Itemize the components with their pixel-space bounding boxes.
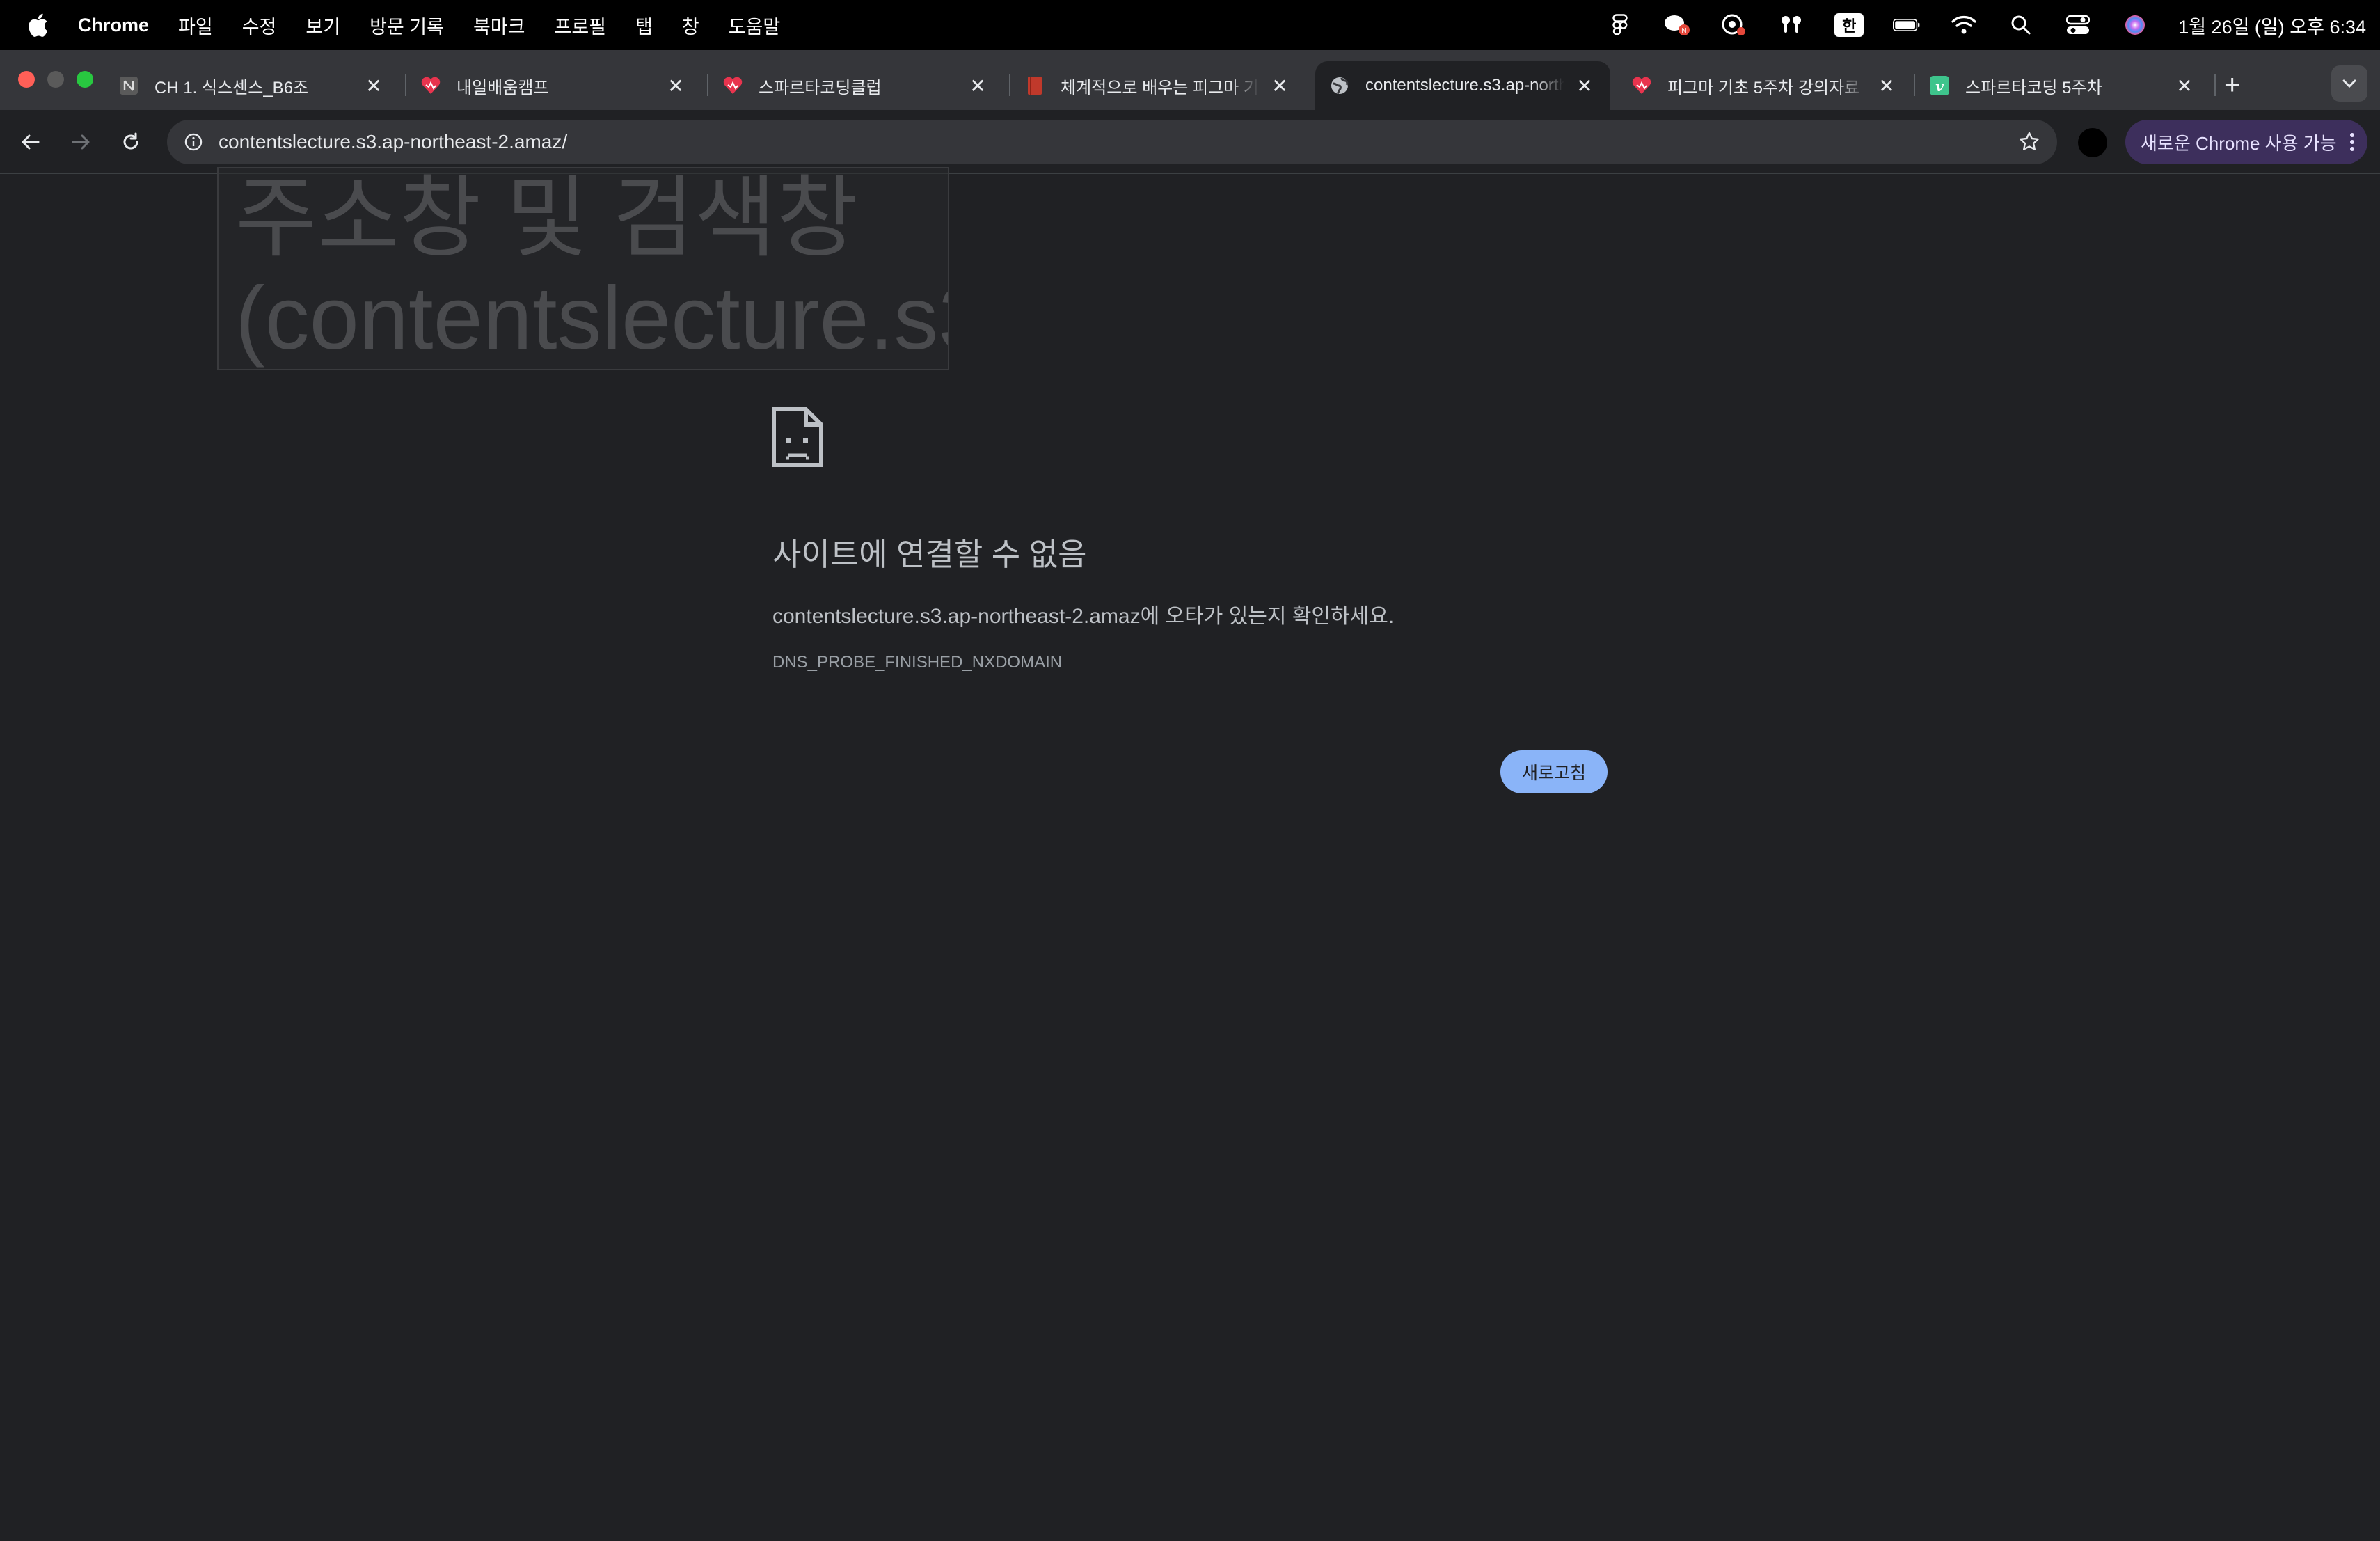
site-info-icon[interactable] [184, 132, 203, 152]
sad-file-icon [772, 407, 823, 467]
sparta-heart-icon [723, 77, 743, 94]
battery-icon[interactable] [1893, 13, 1921, 37]
macos-menu-bar: Chrome 파일 수정 보기 방문 기록 북마크 프로필 탭 창 도움말 N … [0, 0, 2380, 50]
tab-title: 피그마 기초 5주차 강의자료 이 [1667, 78, 1866, 97]
forward-button[interactable] [64, 125, 97, 159]
control-center-icon[interactable] [2064, 13, 2092, 37]
kakaotalk-icon[interactable]: N [1663, 13, 1691, 37]
siri-icon[interactable] [2121, 13, 2149, 37]
tab-title: contentslecture.s3.ap-northeast-2.amaz [1365, 76, 1564, 95]
activity-icon[interactable] [1720, 13, 1748, 37]
profile-avatar[interactable] [2078, 128, 2107, 157]
tab-separator [2214, 74, 2216, 96]
tab-title: CH 1. 식스센스_B6조 [154, 78, 309, 97]
tab-title: 체계적으로 배우는 피그마 기초 [1061, 78, 1260, 97]
wifi-icon[interactable] [1950, 13, 1978, 37]
menu-view[interactable]: 보기 [306, 12, 340, 39]
sparta-heart-icon [421, 77, 441, 94]
svg-text:N: N [1681, 27, 1686, 35]
book-icon [1028, 77, 1042, 95]
tab-contentslecture-active[interactable]: contentslecture.s3.ap-northeast-2.amaz ✕ [1315, 61, 1610, 110]
close-tab-icon[interactable]: ✕ [664, 74, 688, 97]
close-tab-icon[interactable]: ✕ [1573, 74, 1596, 97]
chrome-update-chip[interactable]: 새로운 Chrome 사용 가능 [2125, 120, 2367, 164]
close-tab-icon[interactable]: ✕ [966, 74, 990, 97]
input-method-badge[interactable]: 한 [1834, 13, 1864, 37]
tab-notion-ch1[interactable]: CH 1. 식스센스_B6조 ✕ [104, 61, 399, 110]
error-message: contentslecture.s3.ap-northeast-2.amaz에 … [772, 605, 1395, 628]
close-tab-icon[interactable]: ✕ [1875, 74, 1898, 97]
bookmark-star-icon[interactable] [2018, 131, 2040, 153]
tab-title: 스파르타코딩클럽 [759, 78, 882, 97]
reload-icon [123, 132, 138, 150]
v-icon: v [1930, 76, 1949, 95]
sparta-heart-icon [1632, 77, 1651, 94]
tab-strip: CH 1. 식스센스_B6조 ✕ 내일배움캠프 ✕ 스파르타코딩클럽 ✕ 체계적… [0, 50, 2380, 110]
minimize-window-button[interactable] [47, 71, 64, 88]
svg-text:v: v [1935, 78, 1944, 95]
spotlight-search-icon[interactable] [2007, 13, 2035, 37]
menu-bookmarks[interactable]: 북마크 [473, 12, 525, 39]
menu-profiles[interactable]: 프로필 [554, 12, 606, 39]
window-controls [18, 71, 93, 88]
new-tab-button[interactable]: + [2224, 71, 2240, 99]
tab-figma-week5-material[interactable]: 피그마 기초 5주차 강의자료 이 ✕ [1617, 61, 1912, 110]
tab-title: 스파르타코딩 5주차 [1965, 78, 2102, 97]
close-tab-icon[interactable]: ✕ [362, 74, 386, 97]
reload-button[interactable] [114, 125, 148, 159]
address-bar-url[interactable]: contentslecture.s3.ap-northeast-2.amaz/ [219, 131, 567, 153]
menu-edit[interactable]: 수정 [242, 12, 277, 39]
apple-icon[interactable] [26, 13, 49, 38]
menu-help[interactable]: 도움말 [729, 12, 781, 39]
chevron-down-icon [2342, 79, 2356, 88]
tab-figma-basics-book[interactable]: 체계적으로 배우는 피그마 기초 ✕ [1010, 61, 1306, 110]
close-tab-icon[interactable]: ✕ [1268, 74, 1292, 97]
menu-window[interactable]: 창 [682, 12, 699, 39]
tab-search-button[interactable] [2331, 65, 2367, 102]
tab-sparta-coding-club[interactable]: 스파르타코딩클럽 ✕ [708, 61, 1003, 110]
close-window-button[interactable] [18, 71, 35, 88]
globe-icon [1331, 77, 1349, 95]
address-bar-tooltip: 주소창 및 검색창 (contentslecture.s3.ap-northea… [217, 167, 949, 370]
tab-sparta-week5[interactable]: v 스파르타코딩 5주차 ✕ [1915, 61, 2210, 110]
address-bar[interactable]: contentslecture.s3.ap-northeast-2.amaz/ [167, 120, 2057, 164]
tab-title: 내일배움캠프 [457, 78, 549, 97]
airpods-icon[interactable] [1777, 13, 1805, 37]
menu-app-name[interactable]: Chrome [78, 15, 149, 36]
back-button[interactable] [14, 125, 47, 159]
menu-file[interactable]: 파일 [178, 12, 213, 39]
zoom-window-button[interactable] [77, 71, 93, 88]
update-chip-label: 새로운 Chrome 사용 가능 [2141, 132, 2337, 154]
reload-page-button[interactable]: 새로고침 [1500, 750, 1608, 793]
tab-naeil-camp[interactable]: 내일배움캠프 ✕ [406, 61, 701, 110]
arrow-right-icon [72, 134, 90, 150]
error-code: DNS_PROBE_FINISHED_NXDOMAIN [772, 653, 1063, 672]
menubar-clock[interactable]: 1월 26일 (일) 오후 6:34 [2178, 12, 2366, 39]
browser-toolbar: contentslecture.s3.ap-northeast-2.amaz/ [0, 110, 2380, 174]
notion-icon [120, 77, 138, 95]
more-vert-icon [2350, 133, 2354, 151]
close-tab-icon[interactable]: ✕ [2173, 74, 2196, 97]
menu-tab[interactable]: 탭 [635, 12, 653, 39]
arrow-left-icon [22, 134, 40, 150]
error-title: 사이트에 연결할 수 없음 [772, 537, 1087, 572]
menu-history[interactable]: 방문 기록 [370, 12, 444, 39]
figma-icon[interactable] [1606, 13, 1634, 37]
